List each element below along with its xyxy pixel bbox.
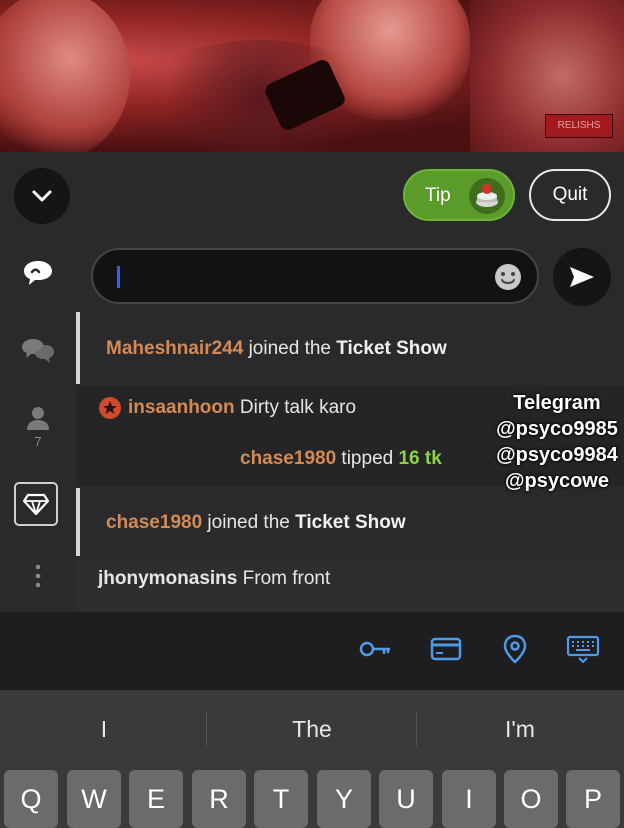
chat-message: jhonymonasins From front xyxy=(76,568,624,590)
more-vertical-icon xyxy=(35,564,41,588)
watermark-line: @psyco9985 xyxy=(496,418,618,440)
sidebar-more[interactable] xyxy=(0,564,76,588)
tip-button[interactable]: Tip xyxy=(403,169,515,221)
key-w[interactable]: W xyxy=(67,770,121,828)
key-y[interactable]: Y xyxy=(317,770,371,828)
key-i[interactable]: I xyxy=(442,770,496,828)
key-u[interactable]: U xyxy=(379,770,433,828)
send-arrow-icon xyxy=(570,267,594,287)
keyboard: I The I'm Q W E R T Y U I O P xyxy=(0,690,624,828)
emoji-icon[interactable] xyxy=(493,262,523,292)
watermark-text: Telegram @psyco9985 @psyco9984 @psycowe xyxy=(490,390,624,494)
suggestion-1[interactable]: I xyxy=(44,716,164,743)
watermark-line: @psycowe xyxy=(505,470,609,492)
sidebar: 7 xyxy=(0,236,76,612)
video-badge: RELISHS xyxy=(545,114,613,138)
key-p[interactable]: P xyxy=(566,770,620,828)
tip-coin-icon xyxy=(469,178,505,214)
key-o[interactable]: O xyxy=(504,770,558,828)
chat-text: joined the xyxy=(202,512,296,533)
chat-message: chase1980 joined the Ticket Show xyxy=(76,512,624,534)
suggestion-2[interactable]: The xyxy=(252,716,372,743)
video-content xyxy=(0,0,130,152)
chat-bold-text: Ticket Show xyxy=(295,512,406,533)
send-button[interactable] xyxy=(553,248,611,306)
watermark-line: @psyco9984 xyxy=(496,444,618,466)
chat-message: Maheshnair244 joined the Ticket Show xyxy=(76,338,624,360)
video-stream[interactable]: RELISHS xyxy=(0,0,624,152)
keyboard-toolbar xyxy=(0,612,624,690)
watermark-line: Telegram xyxy=(513,392,601,414)
chat-text: tipped xyxy=(336,448,399,469)
chat-bubble-icon xyxy=(24,261,52,285)
chat-text: From front xyxy=(237,568,331,589)
chat-username[interactable]: chase1980 xyxy=(106,512,202,533)
sidebar-item-tokens[interactable] xyxy=(14,482,58,526)
chat-panel: Tip Quit 7 Maheshnair244 joined the Tick… xyxy=(0,152,624,612)
key-r[interactable]: R xyxy=(192,770,246,828)
tip-label: Tip xyxy=(425,185,451,206)
key-icon[interactable] xyxy=(358,634,392,664)
keyboard-dismiss-icon[interactable] xyxy=(566,634,600,664)
chat-bold-text: Ticket Show xyxy=(336,338,447,359)
location-pin-icon[interactable] xyxy=(503,634,527,664)
suggestion-divider xyxy=(416,712,417,746)
text-caret xyxy=(117,266,120,288)
diamond-icon xyxy=(23,493,49,515)
star-badge-icon xyxy=(99,397,121,419)
chat-text: joined the xyxy=(243,338,337,359)
chat-input[interactable] xyxy=(91,248,539,304)
chat-username[interactable]: Maheshnair244 xyxy=(106,338,243,359)
sidebar-item-chat[interactable] xyxy=(0,258,76,288)
key-q[interactable]: Q xyxy=(4,770,58,828)
quit-button[interactable]: Quit xyxy=(529,169,611,221)
sidebar-item-private[interactable] xyxy=(0,336,76,366)
credit-card-icon[interactable] xyxy=(430,634,462,664)
chevron-down-icon xyxy=(32,190,52,202)
users-count: 7 xyxy=(34,434,42,449)
key-e[interactable]: E xyxy=(129,770,183,828)
suggestion-divider xyxy=(206,712,207,746)
chat-text: Dirty talk karo xyxy=(234,397,357,418)
chat-username[interactable]: chase1980 xyxy=(240,448,336,469)
suggestion-3[interactable]: I'm xyxy=(460,716,580,743)
collapse-button[interactable] xyxy=(14,168,70,224)
tip-amount: 16 tk xyxy=(398,448,442,469)
chat-username[interactable]: insaanhoon xyxy=(128,397,235,419)
conversation-icon xyxy=(22,339,54,363)
key-t[interactable]: T xyxy=(254,770,308,828)
chat-username[interactable]: jhonymonasins xyxy=(98,568,237,589)
user-icon xyxy=(27,407,49,430)
sidebar-item-users[interactable] xyxy=(0,404,76,432)
